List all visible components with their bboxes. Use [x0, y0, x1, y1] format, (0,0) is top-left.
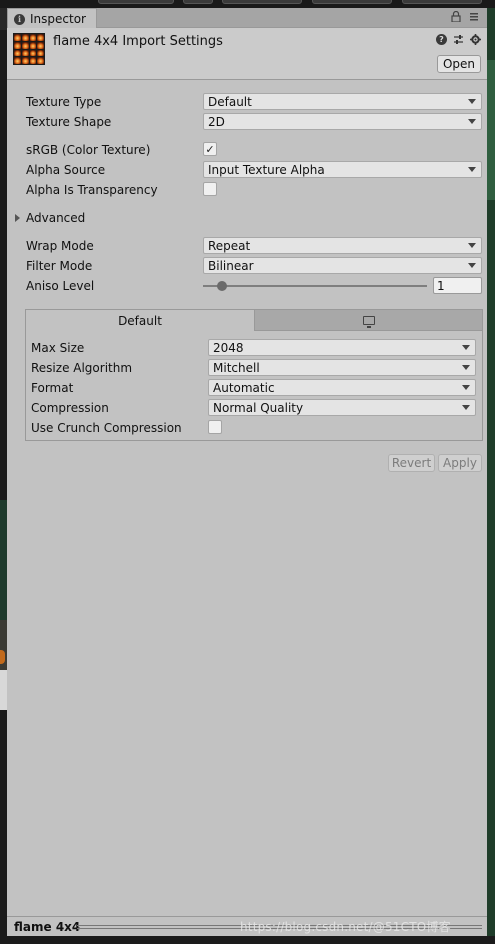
compression-label: Compression: [31, 401, 109, 415]
chevron-down-icon: [468, 99, 476, 104]
chevron-down-icon: [462, 385, 470, 390]
tab-standalone-platform[interactable]: [255, 310, 482, 331]
tab-default-platform[interactable]: Default: [26, 310, 255, 331]
format-dropdown[interactable]: Automatic: [208, 379, 476, 396]
texture-type-label: Texture Type: [26, 95, 102, 109]
format-value: Automatic: [213, 380, 275, 395]
toolbar-button[interactable]: [402, 0, 482, 4]
wrap-mode-label: Wrap Mode: [26, 239, 94, 253]
tab-inspector[interactable]: i Inspector: [7, 8, 97, 29]
header-tools: ?: [436, 34, 481, 48]
open-button[interactable]: Open: [437, 55, 481, 73]
question-mark-icon[interactable]: ?: [436, 34, 447, 45]
crunch-compression-label: Use Crunch Compression: [31, 421, 182, 435]
asset-name: flame 4x4: [14, 919, 81, 934]
scene-view-edge: [0, 30, 7, 944]
checkmark-icon: ✓: [205, 142, 215, 156]
texture-shape-value: 2D: [208, 114, 225, 129]
format-label: Format: [31, 381, 74, 395]
aniso-slider-thumb[interactable]: [217, 281, 227, 291]
max-size-value: 2048: [213, 340, 244, 355]
monitor-icon: [362, 315, 375, 328]
texture-shape-dropdown[interactable]: 2D: [203, 113, 482, 130]
advanced-foldout[interactable]: Advanced: [15, 211, 85, 225]
platform-settings-box: Default Max Size 2048 Resize Algorithm M…: [25, 309, 483, 441]
editor-bottom-edge: [0, 936, 495, 944]
toolbar-button[interactable]: [183, 0, 213, 4]
scene-view-edge: [0, 500, 7, 620]
alpha-source-label: Alpha Source: [26, 163, 106, 177]
srgb-label: sRGB (Color Texture): [26, 143, 151, 157]
lock-icon[interactable]: [451, 10, 461, 25]
aniso-level-label: Aniso Level: [26, 279, 95, 293]
revert-button[interactable]: Revert: [388, 454, 435, 472]
alpha-source-dropdown[interactable]: Input Texture Alpha: [203, 161, 482, 178]
aniso-level-field[interactable]: 1: [433, 277, 482, 294]
wrap-mode-value: Repeat: [208, 238, 251, 253]
texture-thumbnail: [13, 33, 45, 65]
chevron-down-icon: [468, 263, 476, 268]
sliders-icon[interactable]: [453, 34, 464, 48]
scene-object-edge: [0, 650, 5, 664]
inspector-header: flame 4x4 Import Settings ? Open: [7, 28, 487, 80]
max-size-label: Max Size: [31, 341, 85, 355]
alpha-source-value: Input Texture Alpha: [208, 162, 325, 177]
alpha-transparency-checkbox[interactable]: [203, 182, 217, 196]
texture-type-dropdown[interactable]: Default: [203, 93, 482, 110]
inspector-panel: flame 4x4 Import Settings ? Open Texture…: [7, 28, 487, 916]
crunch-compression-checkbox[interactable]: [208, 420, 222, 434]
resize-algorithm-value: Mitchell: [213, 360, 260, 375]
chevron-down-icon: [468, 243, 476, 248]
filter-mode-label: Filter Mode: [26, 259, 93, 273]
chevron-down-icon: [462, 345, 470, 350]
chevron-down-icon: [462, 365, 470, 370]
wrap-mode-dropdown[interactable]: Repeat: [203, 237, 482, 254]
compression-value: Normal Quality: [213, 400, 304, 415]
resize-algorithm-label: Resize Algorithm: [31, 361, 133, 375]
filter-mode-value: Bilinear: [208, 258, 254, 273]
toolbar-button[interactable]: [98, 0, 174, 4]
more-options-icon[interactable]: [469, 11, 479, 25]
chevron-down-icon: [468, 119, 476, 124]
watermark: https://blog.csdn.net/@51CTO博客: [240, 920, 451, 934]
inspector-tab-bar: i Inspector: [7, 8, 487, 29]
texture-type-value: Default: [208, 94, 252, 109]
import-settings-title: flame 4x4 Import Settings: [53, 34, 223, 49]
foldout-arrow-icon: [15, 214, 20, 222]
aniso-slider-track[interactable]: [203, 285, 427, 287]
editor-top-strip: [0, 0, 495, 8]
texture-shape-label: Texture Shape: [26, 115, 112, 129]
resize-algorithm-dropdown[interactable]: Mitchell: [208, 359, 476, 376]
alpha-transparency-label: Alpha Is Transparency: [26, 183, 158, 197]
advanced-label: Advanced: [26, 211, 86, 225]
chevron-down-icon: [468, 167, 476, 172]
srgb-checkbox[interactable]: ✓: [203, 142, 217, 156]
right-panel-edge: [487, 60, 495, 200]
toolbar-button[interactable]: [312, 0, 392, 4]
tab-tools: [451, 10, 479, 25]
compression-dropdown[interactable]: Normal Quality: [208, 399, 476, 416]
toolbar-button[interactable]: [222, 0, 302, 4]
filter-mode-dropdown[interactable]: Bilinear: [203, 257, 482, 274]
apply-button[interactable]: Apply: [438, 454, 482, 472]
info-icon: i: [14, 13, 25, 25]
scene-view-edge: [0, 670, 7, 710]
max-size-dropdown[interactable]: 2048: [208, 339, 476, 356]
chevron-down-icon: [462, 405, 470, 410]
tab-inspector-label: Inspector: [30, 12, 86, 26]
gear-icon[interactable]: [470, 34, 481, 48]
